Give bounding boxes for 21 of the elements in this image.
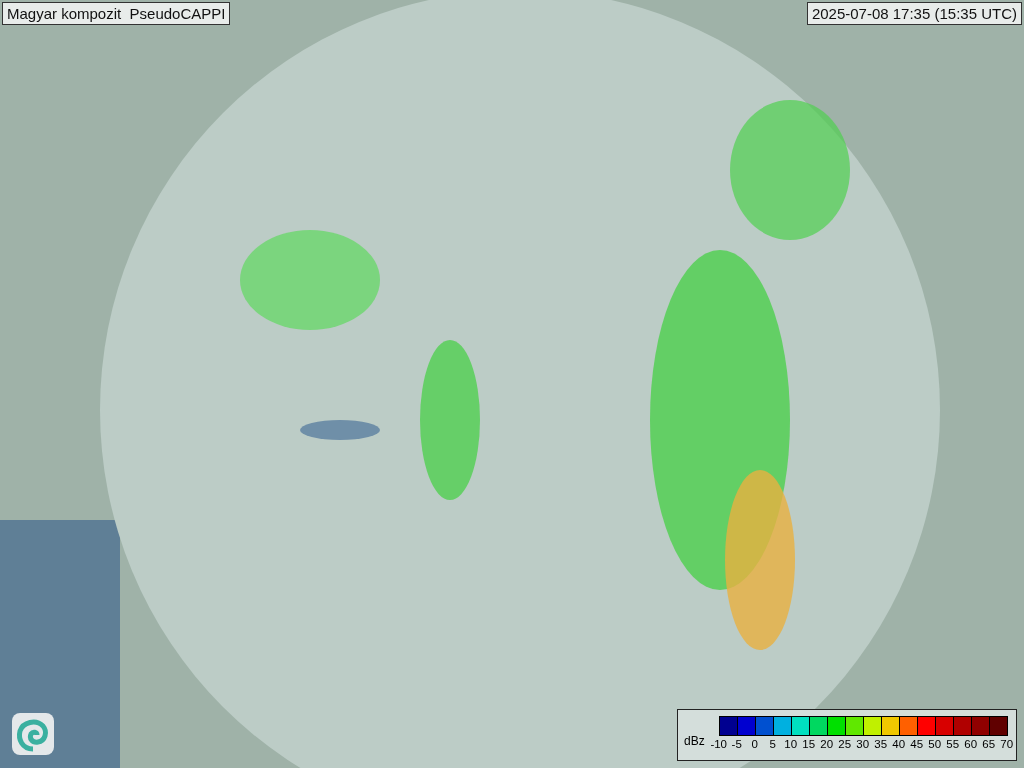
tick-label: -10	[710, 738, 727, 750]
tick-label: 30	[856, 738, 870, 750]
tick-label: 60	[964, 738, 978, 750]
tick-label: 5	[769, 738, 776, 750]
unit-label: dBz	[684, 734, 705, 748]
tick-label: 35	[874, 738, 888, 750]
tick-label: 70	[1000, 738, 1014, 750]
tick-label: 15	[802, 738, 816, 750]
tick-label: 0	[751, 738, 758, 750]
tick-label: 10	[784, 738, 798, 750]
tick-label: 45	[910, 738, 924, 750]
tick-label: 20	[820, 738, 834, 750]
map-title: Magyar kompozit PseudoCAPPI	[2, 2, 231, 25]
tick-label: 25	[838, 738, 852, 750]
tick-label: 40	[892, 738, 906, 750]
tick-label: 50	[928, 738, 942, 750]
tick-label: -5	[731, 738, 742, 750]
timestamp: 2025-07-08 17:35 (15:35 UTC)	[806, 2, 1022, 25]
tick-label: 65	[982, 738, 996, 750]
swirl-logo-icon	[12, 713, 54, 755]
tick-label: 55	[946, 738, 960, 750]
